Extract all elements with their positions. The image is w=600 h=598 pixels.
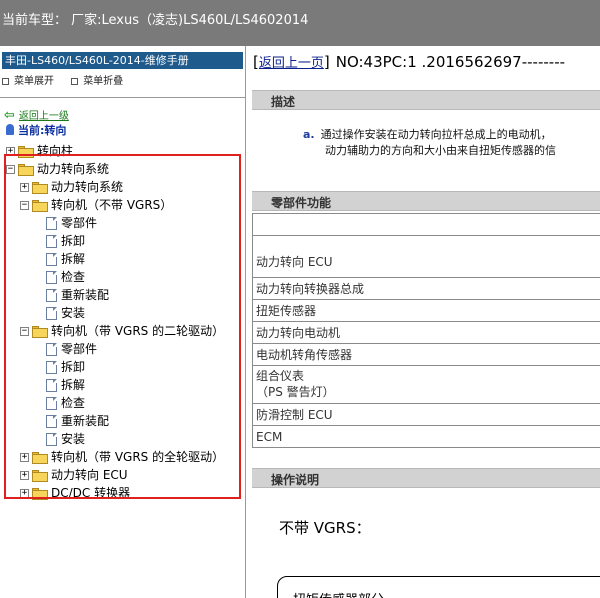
parts-row: 扭矩传感器 bbox=[252, 300, 600, 322]
back-page-link[interactable]: 返回上一页 bbox=[259, 56, 324, 71]
describe-line-1: a. 通过操作安装在动力转向拉杆总成上的电动机， bbox=[303, 128, 552, 141]
divider bbox=[0, 97, 245, 98]
parts-row: 电动机转角传感器 bbox=[252, 344, 600, 366]
parts-row: 组合仪表 （PS 警告灯） bbox=[252, 366, 600, 404]
back-level-link[interactable]: ⇦ 返回上一级 bbox=[4, 107, 69, 123]
current-location: 当前:转向 bbox=[6, 122, 66, 138]
doc-nav: [返回上一页] NO:43PC:1 .2016562697-------- bbox=[253, 53, 566, 71]
title-bar: 当前车型： 厂家:Lexus（凌志)LS460L/LS4602014 bbox=[0, 0, 600, 46]
collapse-icon bbox=[71, 77, 79, 85]
manual-title: 丰田-LS460/LS460L-2014-维修手册 bbox=[2, 52, 243, 69]
operation-header: 操作说明 bbox=[252, 468, 600, 488]
content-pane: [返回上一页] NO:43PC:1 .2016562697-------- 描述 … bbox=[249, 46, 600, 598]
location-pin-icon bbox=[6, 124, 14, 135]
parts-row: 动力转向电动机 bbox=[252, 322, 600, 344]
collapse-menu-button[interactable]: 菜单折叠 bbox=[71, 76, 123, 87]
sidebar: 丰田-LS460/LS460L-2014-维修手册 菜单展开 菜单折叠 ⇦ 返回上… bbox=[0, 46, 246, 598]
expand-menu-button[interactable]: 菜单展开 bbox=[2, 76, 54, 87]
note-text: 不带 VGRS： bbox=[279, 519, 371, 537]
parts-row: 动力转向转换器总成 bbox=[252, 278, 600, 300]
describe-line-2: 动力辅助力的方向和大小由来自扭矩传感器的信 bbox=[325, 144, 556, 157]
parts-row: 防滑控制 ECU bbox=[252, 404, 600, 426]
doc-code: NO:43PC:1 .2016562697-------- bbox=[335, 53, 566, 71]
describe-header: 描述 bbox=[252, 90, 600, 110]
back-arrow-icon: ⇦ bbox=[4, 108, 15, 123]
vehicle-title: 当前车型： 厂家:Lexus（凌志)LS460L/LS4602014 bbox=[2, 13, 309, 28]
parts-row bbox=[252, 214, 600, 236]
expand-icon bbox=[2, 77, 9, 85]
parts-row: ECM bbox=[252, 426, 600, 448]
parts-table: 动力转向 ECU 动力转向转换器总成 扭矩传感器 动力转向电动机 电动机转角传感器 组合仪… bbox=[252, 213, 600, 448]
sensor-box: 扭矩传感器部分 bbox=[277, 576, 600, 598]
menu-toolbar: 菜单展开 菜单折叠 bbox=[2, 72, 137, 87]
highlight-box bbox=[4, 154, 241, 499]
parts-header: 零部件功能 bbox=[252, 191, 600, 211]
parts-row: 动力转向 ECU bbox=[252, 236, 600, 278]
